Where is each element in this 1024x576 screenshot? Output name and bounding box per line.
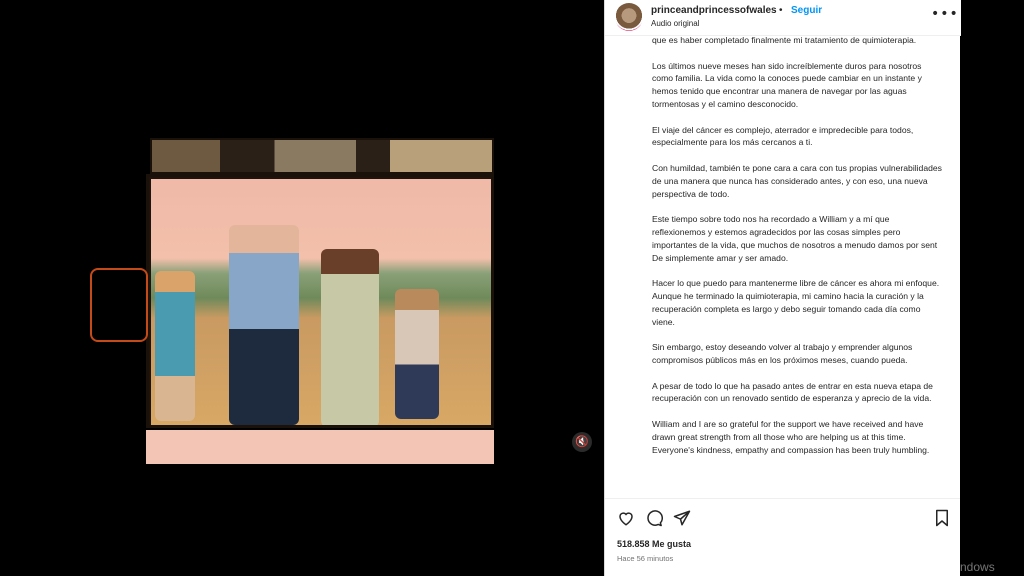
username-link[interactable]: princeandprincessofwales — [651, 5, 777, 16]
background-overlay — [960, 0, 1024, 576]
comment-icon[interactable] — [645, 509, 663, 527]
family-photo — [151, 179, 491, 425]
video-player[interactable]: 🔇 — [0, 0, 604, 576]
film-strip-bottom-frame — [146, 430, 494, 464]
instagram-post-viewer: 🔇 princeandprincessofwales • Seguir Audi… — [0, 0, 1024, 576]
post-side-panel: princeandprincessofwales • Seguir Audio … — [604, 0, 961, 576]
bookmark-icon[interactable] — [933, 509, 951, 527]
heart-icon[interactable] — [617, 509, 635, 527]
post-timestamp: Hace 56 minutos — [617, 554, 674, 563]
caption-paragraph: Este tiempo sobre todo nos ha recordado … — [652, 214, 938, 263]
caption-paragraph: William and I are so grateful for the su… — [652, 418, 930, 455]
caption-paragraph: El viaje del cáncer es complejo, aterrad… — [652, 124, 914, 148]
post-header: princeandprincessofwales • Seguir Audio … — [605, 0, 961, 36]
follow-button[interactable]: Seguir — [791, 5, 822, 16]
caption-paragraph: Sin embargo, estoy deseando volver al tr… — [652, 342, 913, 365]
caption-paragraph: Con humildad, también te pone cara a car… — [652, 162, 942, 199]
family-photo-frame — [146, 174, 494, 428]
avatar[interactable] — [615, 3, 643, 31]
film-strip-video-frame — [80, 138, 494, 464]
post-caption[interactable]: que es haber completado finalmente mi tr… — [605, 36, 961, 498]
separator-dot: • — [779, 5, 783, 16]
film-strip-top-frame — [150, 138, 494, 174]
share-icon[interactable] — [673, 509, 691, 527]
caption-paragraph: A pesar de todo lo que ha pasado antes d… — [652, 380, 933, 404]
film-sprocket-hole — [90, 268, 148, 342]
windows-activation-watermark: Activar Windows — [906, 560, 995, 574]
audio-link[interactable]: Audio original — [651, 19, 699, 28]
caption-paragraph: Hacer lo que puedo para mantenerme libre… — [652, 278, 940, 327]
caption-paragraph: Los últimos nueve meses han sido increíb… — [652, 60, 922, 109]
more-options-icon[interactable]: ••• — [931, 6, 959, 22]
caption-paragraph: que es haber completado finalmente mi tr… — [652, 36, 917, 45]
likes-count[interactable]: 518.858 Me gusta — [617, 539, 691, 549]
speaker-muted-icon[interactable]: 🔇 — [572, 432, 592, 452]
